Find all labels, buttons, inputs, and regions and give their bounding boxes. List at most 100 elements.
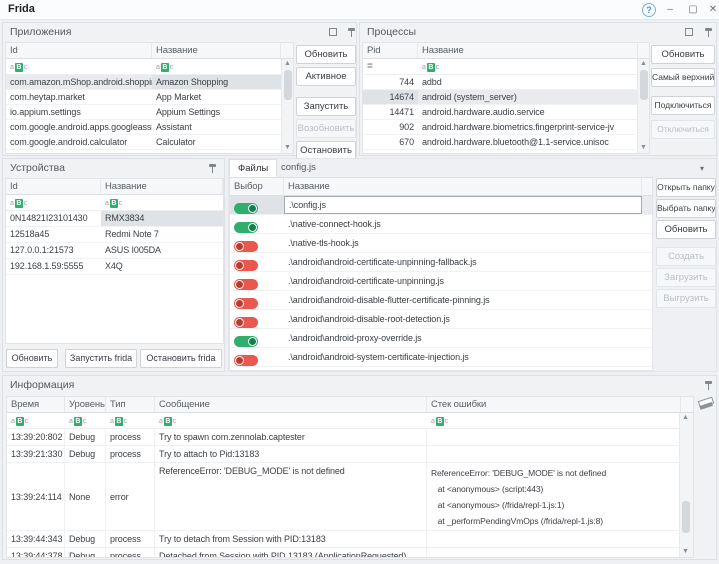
scrollbar-thumb[interactable] xyxy=(284,70,292,100)
column-header-name[interactable]: Название xyxy=(418,43,638,58)
file-row[interactable]: .\android\android-disable-root-detection… xyxy=(230,310,652,329)
text-filter-icon[interactable]: aBc xyxy=(422,63,439,72)
toggle-off[interactable] xyxy=(234,279,258,290)
scroll-up-icon[interactable]: ▲ xyxy=(638,59,649,69)
device-row[interactable]: 127.0.0.1:21573 ASUS I005DA xyxy=(6,243,223,259)
processes-topmost-button[interactable]: Самый верхний xyxy=(651,68,715,87)
create-button[interactable]: Создать xyxy=(656,247,716,266)
column-header-message[interactable]: Сообщение xyxy=(155,397,427,412)
text-filter-icon[interactable]: aBc xyxy=(10,63,27,72)
text-filter-icon[interactable]: aBc xyxy=(159,417,176,426)
device-row[interactable]: 192.168.1.59:5555 X4Q xyxy=(6,259,223,275)
minimize-icon[interactable]: – xyxy=(663,3,677,17)
file-row[interactable]: .\native-connect-hook.js xyxy=(230,215,652,234)
scroll-up-icon[interactable]: ▲ xyxy=(680,413,691,423)
process-row[interactable]: 744 adbd xyxy=(363,75,649,90)
toggle-off[interactable] xyxy=(234,317,258,328)
text-filter-icon[interactable]: aBc xyxy=(10,199,27,208)
log-row[interactable]: 13:39:20:802 Debug process Try to spawn … xyxy=(7,429,693,446)
column-header-id[interactable]: Id xyxy=(6,43,152,58)
text-filter-icon[interactable]: aBc xyxy=(156,63,173,72)
devices-start-frida-button[interactable]: Запустить frida xyxy=(65,349,137,368)
file-row[interactable]: .\config.js xyxy=(230,196,652,215)
app-row[interactable]: com.google.android.apps.googleassistant … xyxy=(6,120,293,135)
column-header-time[interactable]: Время xyxy=(7,397,65,412)
log-row-error[interactable]: 13:39:24:114 None error ReferenceError: … xyxy=(7,463,693,531)
app-row[interactable]: com.google.android.calendar Calendar xyxy=(6,150,293,154)
device-row[interactable]: 0N14821I23101430 RMX3834 xyxy=(6,211,223,227)
devices-refresh-button[interactable]: Обновить xyxy=(6,349,58,368)
files-refresh-button[interactable]: Обновить xyxy=(656,220,716,239)
panel-maximize-icon[interactable] xyxy=(329,28,337,36)
process-row[interactable]: 670 android.hardware.bluetooth@1.1-servi… xyxy=(363,135,649,150)
text-filter-icon[interactable]: aBc xyxy=(110,417,127,426)
vertical-scrollbar[interactable]: ▲ ▼ xyxy=(281,59,293,153)
panel-maximize-icon[interactable] xyxy=(685,28,693,36)
unload-button[interactable]: Выгрузить xyxy=(656,289,716,308)
scroll-up-icon[interactable]: ▲ xyxy=(282,59,293,69)
close-icon[interactable]: ✕ xyxy=(706,3,719,17)
text-filter-icon[interactable]: aBc xyxy=(69,417,86,426)
vertical-scrollbar[interactable]: ▲ ▼ xyxy=(679,413,693,557)
equals-filter-icon[interactable]: = xyxy=(367,61,373,72)
column-header-type[interactable]: Тип xyxy=(106,397,155,412)
processes-filter-row[interactable]: = aBc xyxy=(363,59,649,75)
app-row[interactable]: com.google.android.calculator Calculator xyxy=(6,135,293,150)
process-row[interactable]: 14674 android (system_server) xyxy=(363,90,649,105)
scrollbar-thumb[interactable] xyxy=(682,501,690,533)
tab-config-js[interactable]: config.js xyxy=(273,159,324,177)
applications-filter-row[interactable]: aBc aBc xyxy=(6,59,293,75)
device-row[interactable]: 12518a45 Redmi Note 7 xyxy=(6,227,223,243)
panel-pin-icon[interactable] xyxy=(347,27,356,38)
log-row[interactable]: 13:39:44:378 Debug process Detached from… xyxy=(7,548,693,558)
vertical-scrollbar[interactable]: ▲ ▼ xyxy=(637,59,649,153)
log-row[interactable]: 13:39:21:330 Debug process Try to attach… xyxy=(7,446,693,463)
text-filter-icon[interactable]: aBc xyxy=(431,417,448,426)
file-row[interactable]: .\android\android-system-certificate-inj… xyxy=(230,348,652,367)
file-row[interactable]: .\native-tls-hook.js xyxy=(230,234,652,253)
processes-connect-button[interactable]: Подключиться xyxy=(651,96,715,115)
process-row[interactable]: 902 android.hardware.biometrics.fingerpr… xyxy=(363,120,649,135)
process-row[interactable]: 14471 android.hardware.audio.service xyxy=(363,105,649,120)
panel-pin-icon[interactable] xyxy=(704,380,713,391)
column-header-name[interactable]: Название xyxy=(284,178,642,195)
apps-refresh-button[interactable]: Обновить xyxy=(296,45,356,64)
scrollbar-thumb[interactable] xyxy=(640,70,648,100)
app-row[interactable]: com.amazon.mShop.android.shopping Amazon… xyxy=(6,75,293,90)
apps-launch-button[interactable]: Запустить xyxy=(296,97,356,116)
processes-refresh-button[interactable]: Обновить xyxy=(651,45,715,64)
load-button[interactable]: Загрузить xyxy=(656,268,716,287)
app-row[interactable]: io.appium.settings Appium Settings xyxy=(6,105,293,120)
scroll-down-icon[interactable]: ▼ xyxy=(680,547,691,557)
chevron-down-icon[interactable]: ▾ xyxy=(700,164,704,173)
maximize-icon[interactable]: ▢ xyxy=(686,3,700,17)
toggle-off[interactable] xyxy=(234,241,258,252)
column-header-name[interactable]: Название xyxy=(101,179,223,194)
app-row[interactable]: com.heytap.market App Market xyxy=(6,90,293,105)
log-row[interactable]: 13:39:44:343 Debug process Try to detach… xyxy=(7,531,693,548)
apps-resume-button[interactable]: Возобновить xyxy=(296,119,356,138)
file-row[interactable]: .\android\android-certificate-unpinning.… xyxy=(230,272,652,291)
column-header-level[interactable]: Уровень xyxy=(65,397,106,412)
file-row[interactable]: .\android\android-certificate-unpinning-… xyxy=(230,253,652,272)
toggle-off[interactable] xyxy=(234,260,258,271)
devices-stop-frida-button[interactable]: Остановить frida xyxy=(140,349,222,368)
column-header-select[interactable]: Выбор xyxy=(230,178,284,195)
toggle-on[interactable] xyxy=(234,336,258,347)
panel-pin-icon[interactable] xyxy=(704,27,713,38)
text-filter-icon[interactable]: aBc xyxy=(105,199,122,208)
column-header-pid[interactable]: Pid xyxy=(363,43,418,58)
log-filter-row[interactable]: aBc aBc aBc aBc aBc xyxy=(7,413,693,429)
help-icon[interactable]: ? xyxy=(642,3,656,17)
tab-files[interactable]: Файлы xyxy=(229,159,277,177)
column-header-id[interactable]: Id xyxy=(6,179,101,194)
open-folder-button[interactable]: Открыть папку xyxy=(656,178,716,197)
scroll-down-icon[interactable]: ▼ xyxy=(282,143,293,153)
file-row[interactable]: .\android\android-disable-flutter-certif… xyxy=(230,291,652,310)
column-header-stack[interactable]: Стек ошибки xyxy=(427,397,681,412)
toggle-on[interactable] xyxy=(234,203,258,214)
scroll-down-icon[interactable]: ▼ xyxy=(638,143,649,153)
process-row[interactable]: 671 android.hardware.camera.provider@2.4… xyxy=(363,150,649,154)
processes-disconnect-button[interactable]: Отключиться xyxy=(651,120,715,139)
toggle-off[interactable] xyxy=(234,298,258,309)
